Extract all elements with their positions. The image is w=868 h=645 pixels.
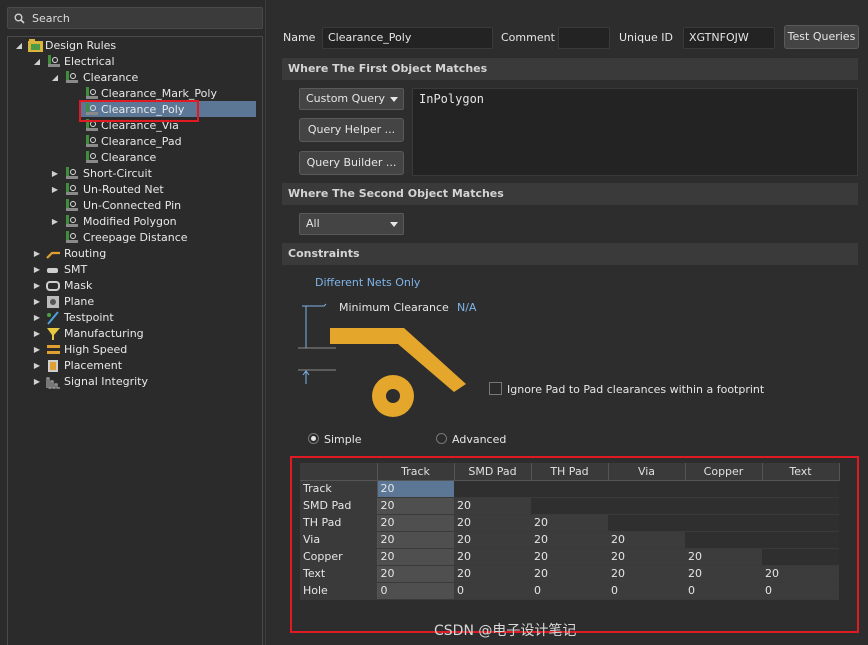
collapse-arrow-icon[interactable]: ◢ [50,70,60,86]
tree-label: Creepage Distance [83,231,188,244]
watermark: CSDN @电子设计笔记 [434,623,577,639]
test-queries-button[interactable]: Test Queries [784,25,859,49]
rule-icon [86,135,98,147]
tree-label: Short-Circuit [83,167,152,180]
rule-icon [48,55,60,67]
name-label: Name [283,31,316,44]
expand-arrow-icon[interactable]: ▶ [32,326,42,342]
smt-icon [47,268,58,273]
routing-icon [46,251,60,259]
tree-label: Modified Polygon [83,215,177,228]
second-object-header: Where The Second Object Matches [282,183,858,205]
advanced-radio[interactable] [436,433,447,444]
expand-arrow-icon[interactable]: ▶ [32,342,42,358]
mask-icon [46,281,60,291]
constraints-header: Constraints [282,243,858,265]
tree-label: Plane [64,295,95,308]
tree-label: Placement [64,359,123,372]
tree-label: Mask [64,279,93,292]
tree-label: Clearance [83,71,139,84]
highlight-box [290,456,859,633]
combo-value: All [306,217,320,230]
tree-label: Clearance_Pad [101,135,182,148]
rule-icon [66,71,78,83]
expand-arrow-icon[interactable]: ▶ [50,182,60,198]
chevron-down-icon [390,222,398,227]
advanced-label: Advanced [452,433,507,446]
high-speed-icon [47,345,60,354]
placement-icon [48,360,58,372]
ignore-pad-label: Ignore Pad to Pad clearances within a fo… [507,383,765,396]
ignore-pad-checkbox[interactable] [489,382,502,395]
rule-icon [66,167,78,179]
tree-label: Design Rules [45,39,117,52]
tree-label: Un-Routed Net [83,183,164,196]
simple-label: Simple [324,433,362,446]
tree-label: Testpoint [64,311,114,324]
design-rules-icon [28,39,43,52]
tree-label: Electrical [64,55,115,68]
expand-arrow-icon[interactable]: ▶ [32,278,42,294]
plane-icon [47,296,59,308]
tree-label: Clearance [101,151,157,164]
highlight-box [79,100,199,122]
tree-label: SMT [64,263,88,276]
manufacturing-icon [47,328,60,340]
expand-arrow-icon[interactable]: ▶ [32,262,42,278]
rule-icon [66,199,78,211]
expand-arrow-icon[interactable]: ▶ [32,294,42,310]
collapse-arrow-icon[interactable]: ◢ [14,38,24,54]
chevron-down-icon [390,97,398,102]
rule-icon [66,231,78,243]
rule-icon [66,183,78,195]
query-text-area[interactable]: InPolygon [412,88,858,176]
first-object-combo[interactable]: Custom Query [299,88,404,110]
second-object-combo[interactable]: All [299,213,404,235]
expand-arrow-icon[interactable]: ▶ [50,214,60,230]
tree-label: Un-Connected Pin [83,199,182,212]
expand-arrow-icon[interactable]: ▶ [32,310,42,326]
unique-id-field[interactable]: XGTNFOJW [683,27,775,49]
tree-label: High Speed [64,343,128,356]
search-box[interactable]: Search [7,7,263,29]
rules-tree-panel: Search ◢ Design Rules ◢ Electrical ◢ Cle… [0,0,264,645]
signal-integrity-icon [46,377,60,389]
combo-value: Custom Query [306,92,386,105]
testpoint-icon [47,311,59,325]
comment-label: Comment [501,31,555,44]
search-placeholder: Search [32,12,70,25]
tree-label: Manufacturing [64,327,144,340]
expand-arrow-icon[interactable]: ▶ [32,374,42,390]
first-object-header: Where The First Object Matches [282,58,858,80]
tree-label: Routing [64,247,107,260]
query-helper-button[interactable]: Query Helper ... [299,118,404,142]
rule-icon [66,215,78,227]
rule-icon [86,87,98,99]
expand-arrow-icon[interactable]: ▶ [50,166,60,182]
query-builder-button[interactable]: Query Builder ... [299,151,404,175]
net-scope-link[interactable]: Different Nets Only [315,276,420,289]
expand-arrow-icon[interactable]: ▶ [32,246,42,262]
simple-radio[interactable] [308,433,319,444]
search-icon [14,13,25,24]
comment-field[interactable] [558,27,610,49]
rule-icon [86,151,98,163]
expand-arrow-icon[interactable]: ▶ [32,358,42,374]
unique-id-label: Unique ID [619,31,674,44]
name-field[interactable]: Clearance_Poly [322,27,493,49]
clearance-diagram-icon [298,303,466,417]
collapse-arrow-icon[interactable]: ◢ [32,54,42,70]
tree-label: Signal Integrity [64,375,148,388]
